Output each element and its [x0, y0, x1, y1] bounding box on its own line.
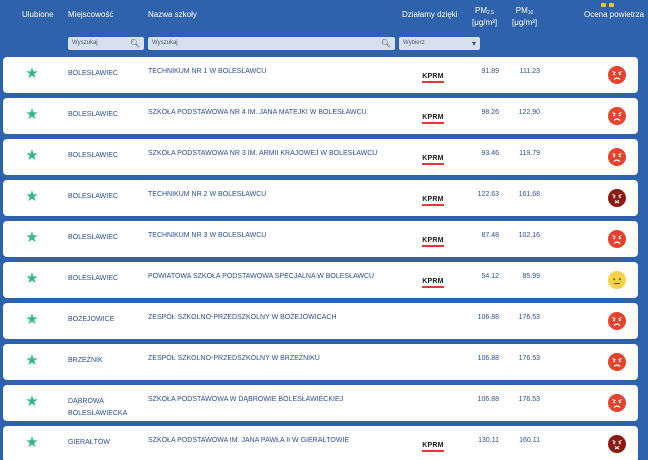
pm25-value: 93.46: [481, 150, 499, 157]
header-pm10: PM10 [μg/m³]: [512, 6, 538, 27]
favorite-star-icon[interactable]: ★: [24, 189, 40, 205]
favorite-star-icon[interactable]: ★: [24, 271, 40, 287]
city-cell: BOLESŁAWIEC: [68, 234, 118, 241]
angry-face-icon: [608, 66, 626, 84]
pm25-value: 130.11: [478, 437, 499, 444]
kprm-logo: KPRM: [422, 237, 444, 247]
city-cell: DĄBROWA BOLESŁAWIECKA: [68, 398, 128, 417]
favorite-star-icon[interactable]: ★: [24, 353, 40, 369]
favorite-star-icon[interactable]: ★: [24, 230, 40, 246]
angry-face-icon: [608, 230, 626, 248]
header-rating: Ocena powietrza: [584, 10, 645, 19]
header-pm25: PM2.5 [μg/m³]: [472, 6, 498, 27]
search-icon[interactable]: 🔍︎: [130, 37, 140, 50]
table-row[interactable]: ★ BOLESŁAWIEC TECHNIKUM NR 3 W BOLESŁAWCU K…: [3, 221, 638, 257]
school-search-input[interactable]: Wyszukaj 🔍︎: [148, 37, 395, 50]
city-cell: BOLESŁAWIEC: [68, 111, 118, 118]
pm10-value: 176.53: [518, 355, 540, 362]
table-row[interactable]: ★ BOLESŁAWIEC SZKOŁA PODSTAWOWA NR 3 IM. A…: [3, 139, 638, 175]
pm10-value: 122.90: [518, 109, 540, 116]
favorite-star-icon[interactable]: ★: [24, 394, 40, 410]
city-cell: GIERAŁTÓW: [68, 439, 111, 446]
angry-face-icon: [608, 148, 626, 166]
favorite-star-icon[interactable]: ★: [24, 312, 40, 328]
school-name-cell[interactable]: TECHNIKUM NR 2 W BOLESŁAWCU: [148, 191, 266, 198]
kprm-logo: KPRM: [422, 278, 444, 288]
partner-select[interactable]: Wybierz ▾: [399, 37, 480, 50]
pm10-value: 176.53: [518, 396, 540, 403]
city-cell: BOŻEJOWICE: [68, 316, 115, 323]
table-row[interactable]: ★ BOLESŁAWIEC POWIATOWA SZKOŁA PODSTAWOWA …: [3, 262, 638, 298]
pm10-value: 160.11: [519, 437, 540, 444]
table-row[interactable]: ★ BOLESŁAWIEC TECHNIKUM NR 2 W BOLESŁAWCU K…: [3, 180, 638, 216]
angry-face-icon: [608, 353, 626, 371]
search-icon[interactable]: 🔍︎: [381, 37, 391, 50]
neutral-face-icon: [608, 271, 626, 289]
table-header: Ulubione Miejscowość Nazwa szkoły Działa…: [0, 0, 648, 55]
chevron-down-icon: ▾: [471, 39, 476, 48]
pm25-value: 106.88: [477, 355, 499, 362]
angry-face-icon: [608, 312, 626, 330]
header-city: Miejscowość: [68, 10, 114, 19]
city-search-input[interactable]: Wyszukaj 🔍︎: [68, 37, 144, 50]
header-partners: Działamy dzięki: [402, 10, 458, 19]
school-name-cell[interactable]: SZKOŁA PODSTAWOWA W DĄBROWIE BOLESŁAWIEC…: [148, 396, 343, 403]
table-row[interactable]: ★ BRZEŹNIK ZESPÓŁ SZKOLNO-PRZEDSZKOLNY W B…: [3, 344, 638, 380]
kprm-logo: KPRM: [422, 155, 444, 165]
school-name-cell[interactable]: SZKOŁA PODSTAWOWA NR 4 IM. JANA MATEJKI …: [148, 109, 367, 116]
kprm-logo: KPRM: [422, 196, 444, 206]
header-school: Nazwa szkoły: [148, 10, 197, 19]
very-bad-face-icon: [608, 435, 626, 453]
pm25-value: 87.48: [481, 232, 499, 239]
decorative-marks: [601, 0, 623, 7]
pm10-value: 119.79: [519, 150, 540, 157]
kprm-logo: KPRM: [422, 114, 444, 124]
header-favorites: Ulubione: [22, 10, 54, 19]
very-bad-face-icon: [608, 189, 626, 207]
pm10-value: 102.16: [518, 232, 540, 239]
city-cell: BOLESŁAWIEC: [68, 70, 118, 77]
city-cell: BRZEŹNIK: [68, 357, 103, 364]
city-cell: BOLESŁAWIEC: [68, 275, 118, 282]
pm25-value: 106.88: [477, 396, 499, 403]
favorite-star-icon[interactable]: ★: [24, 107, 40, 123]
table-row[interactable]: ★ GIERAŁTÓW SZKOŁA PODSTAWOWA IM. JANA PAW…: [3, 426, 638, 460]
kprm-logo: KPRM: [422, 442, 444, 452]
table-row[interactable]: ★ BOLESŁAWIEC SZKOŁA PODSTAWOWA NR 4 IM. J…: [3, 98, 638, 134]
school-name-cell[interactable]: TECHNIKUM NR 1 W BOLESŁAWCU: [148, 68, 266, 75]
school-name-cell[interactable]: ZESPÓŁ SZKOLNO-PRZEDSZKOLNY W BOŻEJOWICA…: [148, 314, 337, 321]
pm10-value: 176.53: [518, 314, 540, 321]
school-name-cell[interactable]: SZKOŁA PODSTAWOWA IM. JANA PAWŁA II W GI…: [148, 437, 349, 444]
pm25-value: 122.63: [477, 191, 499, 198]
pm25-value: 54.12: [481, 273, 499, 280]
favorite-star-icon[interactable]: ★: [24, 435, 40, 451]
school-name-cell[interactable]: ZESPÓŁ SZKOLNO-PRZEDSZKOLNY W BRZEŹNIKU: [148, 355, 320, 362]
favorite-star-icon[interactable]: ★: [24, 66, 40, 82]
angry-face-icon: [608, 107, 626, 125]
pm25-value: 98.26: [481, 109, 499, 116]
city-cell: BOLESŁAWIEC: [68, 193, 118, 200]
angry-face-icon: [608, 394, 626, 412]
pm25-value: 106.88: [477, 314, 499, 321]
school-name-cell[interactable]: TECHNIKUM NR 3 W BOLESŁAWCU: [148, 232, 266, 239]
kprm-logo: KPRM: [422, 73, 444, 83]
favorite-star-icon[interactable]: ★: [24, 148, 40, 164]
table-row[interactable]: ★ BOLESŁAWIEC TECHNIKUM NR 1 W BOLESŁAWCU K…: [3, 57, 638, 93]
pm10-value: 111.23: [519, 68, 540, 75]
table-row[interactable]: ★ DĄBROWA BOLESŁAWIECKA SZKOŁA PODSTAWOWA …: [3, 385, 638, 421]
pm10-value: 85.99: [522, 273, 540, 280]
school-name-cell[interactable]: POWIATOWA SZKOŁA PODSTAWOWA SPECJALNA W …: [148, 273, 374, 280]
pm25-value: 91.89: [481, 68, 499, 75]
pm10-value: 161.68: [518, 191, 540, 198]
city-cell: BOLESŁAWIEC: [68, 152, 118, 159]
table-row[interactable]: ★ BOŻEJOWICE ZESPÓŁ SZKOLNO-PRZEDSZKOLNY W…: [3, 303, 638, 339]
school-name-cell[interactable]: SZKOŁA PODSTAWOWA NR 3 IM. ARMII KRAJOWE…: [148, 150, 377, 157]
